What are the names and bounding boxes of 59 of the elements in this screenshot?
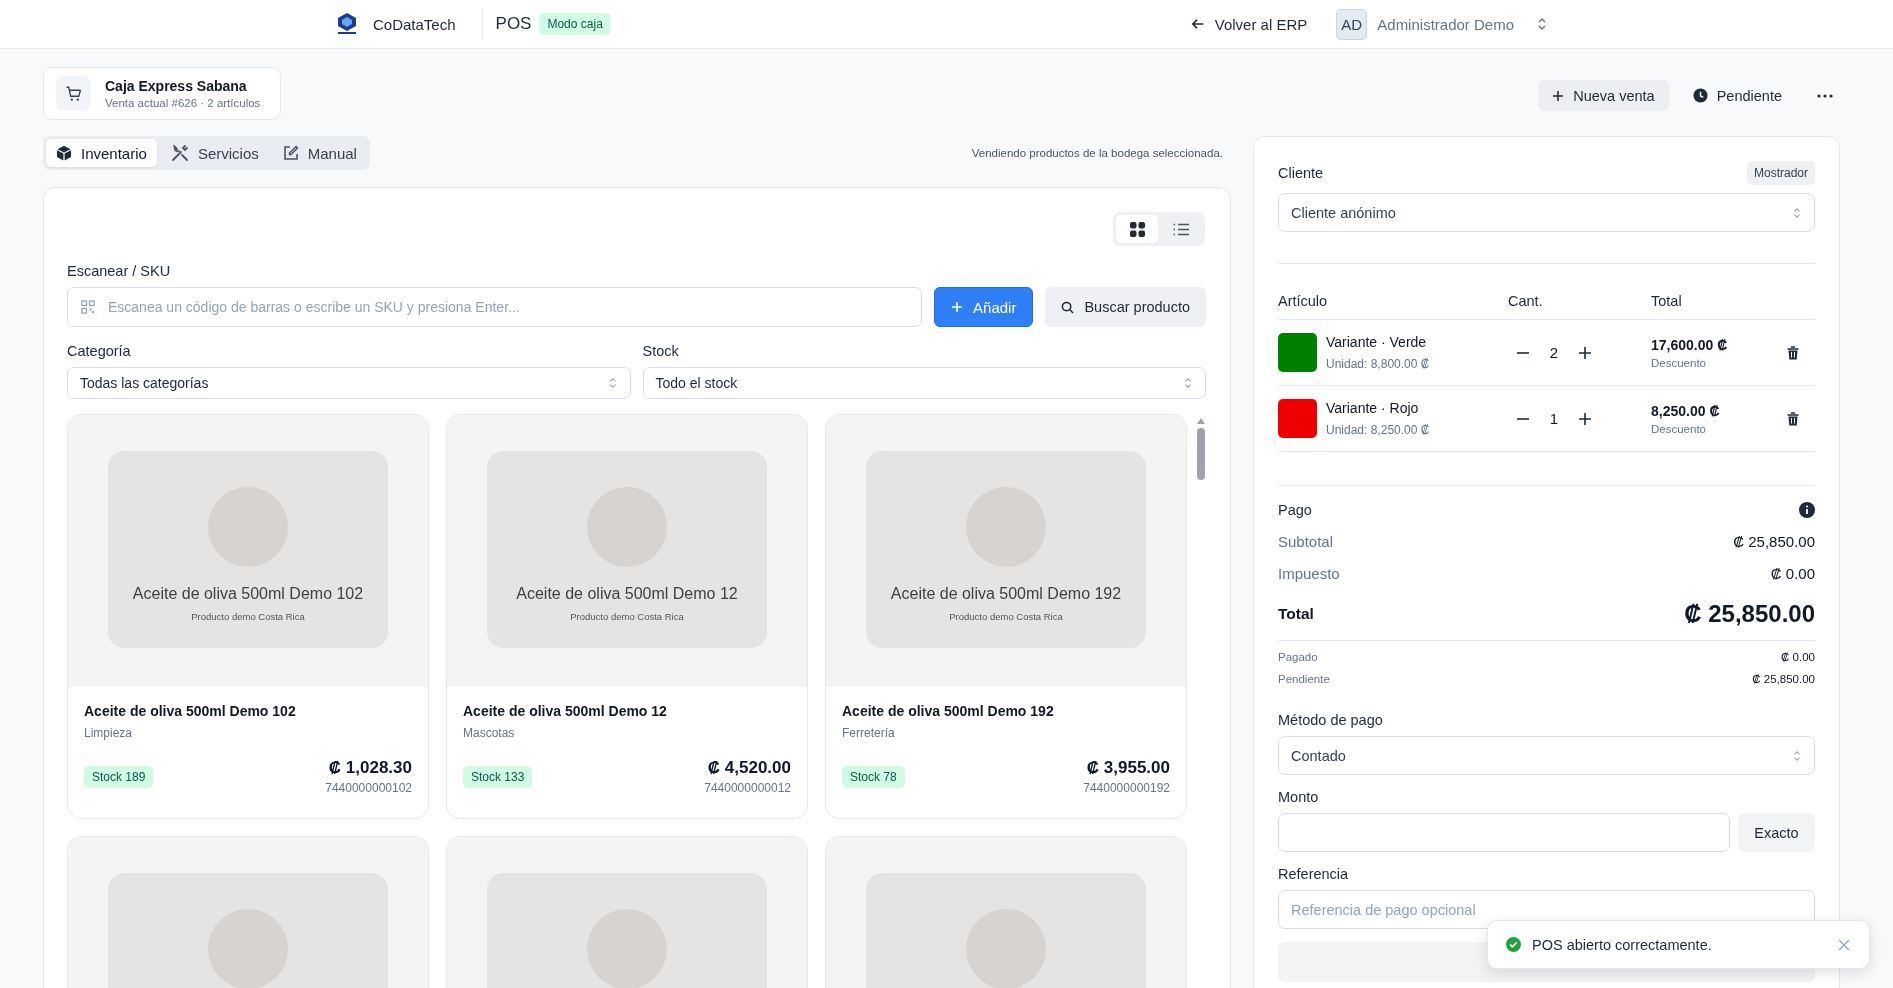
product-category: Mascotas [463, 726, 516, 740]
product-barcode: 7440000000012 [704, 781, 791, 795]
stock-badge: Stock 78 [842, 766, 905, 788]
image-caption: Producto demo Costa Rica [191, 611, 305, 622]
image-title: Aceite de oliva 500ml Demo 12 [516, 585, 738, 603]
mode-badge: Modo caja [539, 13, 611, 35]
image-caption: Producto demo Costa Rica [949, 611, 1063, 622]
product-barcode: 7440000000192 [1083, 781, 1170, 795]
client-label: Cliente [1278, 165, 1324, 181]
stock-badge: Stock 133 [463, 766, 533, 788]
product-category: Ferretería [842, 726, 896, 740]
product-name: Aceite de oliva 500ml Demo 192 [842, 703, 1055, 719]
item-quantity: 1 [1548, 410, 1560, 427]
unit-price: Unidad: 8,250.00 ₡ [1326, 423, 1430, 437]
product-price: ₡ 4,520.00 [707, 758, 791, 778]
image-title: Aceite de oliva 500ml Demo 192 [890, 585, 1122, 603]
balance-value: ₡ 25,850.00 [1752, 673, 1815, 685]
image-caption: Producto demo Costa Rica [570, 611, 684, 622]
client-badge: Mostrador [1746, 161, 1815, 185]
scan-label: Escanear / SKU [67, 263, 172, 279]
toast-message: POS abierto correctamente. [1532, 936, 1713, 953]
summary-label: Impuesto [1278, 565, 1340, 582]
filter-label: Stock [642, 343, 680, 359]
product-price: ₡ 3,955.00 [1086, 758, 1170, 778]
total-value: ₡ 25,850.00 [1684, 600, 1815, 628]
item-total: 8,250.00 ₡ [1651, 402, 1721, 419]
column-header: Cant. [1508, 293, 1544, 309]
summary-value: ₡ 0.00 [1770, 565, 1815, 582]
item-total: 17,600.00 ₡ [1651, 336, 1729, 353]
balance-label: Pagado [1278, 651, 1318, 663]
column-header: Total [1651, 293, 1683, 309]
warehouse-notice: Vendiendo productos de la bodega seleccionada. [971, 147, 1223, 159]
summary-value: ₡ 25,850.00 [1733, 533, 1815, 550]
product-category: Limpieza [84, 726, 134, 740]
image-title: Aceite de oliva 500ml Demo 102 [132, 585, 364, 603]
unit-price: Unidad: 8,800.00 ₡ [1326, 357, 1430, 371]
payment-title: Pago [1278, 502, 1312, 518]
column-header: Artículo [1278, 293, 1329, 309]
product-barcode: 7440000000102 [325, 781, 412, 795]
filter-label: Categoría [67, 343, 132, 359]
product-price: ₡ 1,028.30 [328, 758, 412, 778]
balance-label: Pendiente [1278, 673, 1330, 685]
summary-label: Subtotal [1278, 533, 1334, 550]
method-label: Método de pago [1278, 712, 1384, 728]
reference-label: Referencia [1278, 866, 1350, 882]
sale-summary: Venta actual #626 · 2 artículos [105, 97, 261, 109]
balance-value: ₡ 0.00 [1781, 651, 1815, 663]
product-name: Aceite de oliva 500ml Demo 12 [463, 703, 668, 719]
item-name: Variante · Verde [1326, 334, 1428, 350]
brand-name: CoDataTech [373, 15, 456, 33]
item-quantity: 2 [1548, 344, 1560, 361]
app-name: POS [495, 14, 532, 34]
register-name: Caja Express Sabana [105, 78, 248, 94]
stock-badge: Stock 189 [84, 766, 154, 788]
user-avatar: AD [1336, 8, 1368, 40]
product-name: Aceite de oliva 500ml Demo 102 [84, 703, 297, 719]
total-label: Total [1278, 605, 1314, 623]
amount-label: Monto [1278, 789, 1320, 805]
item-name: Variante · Rojo [1326, 400, 1420, 416]
